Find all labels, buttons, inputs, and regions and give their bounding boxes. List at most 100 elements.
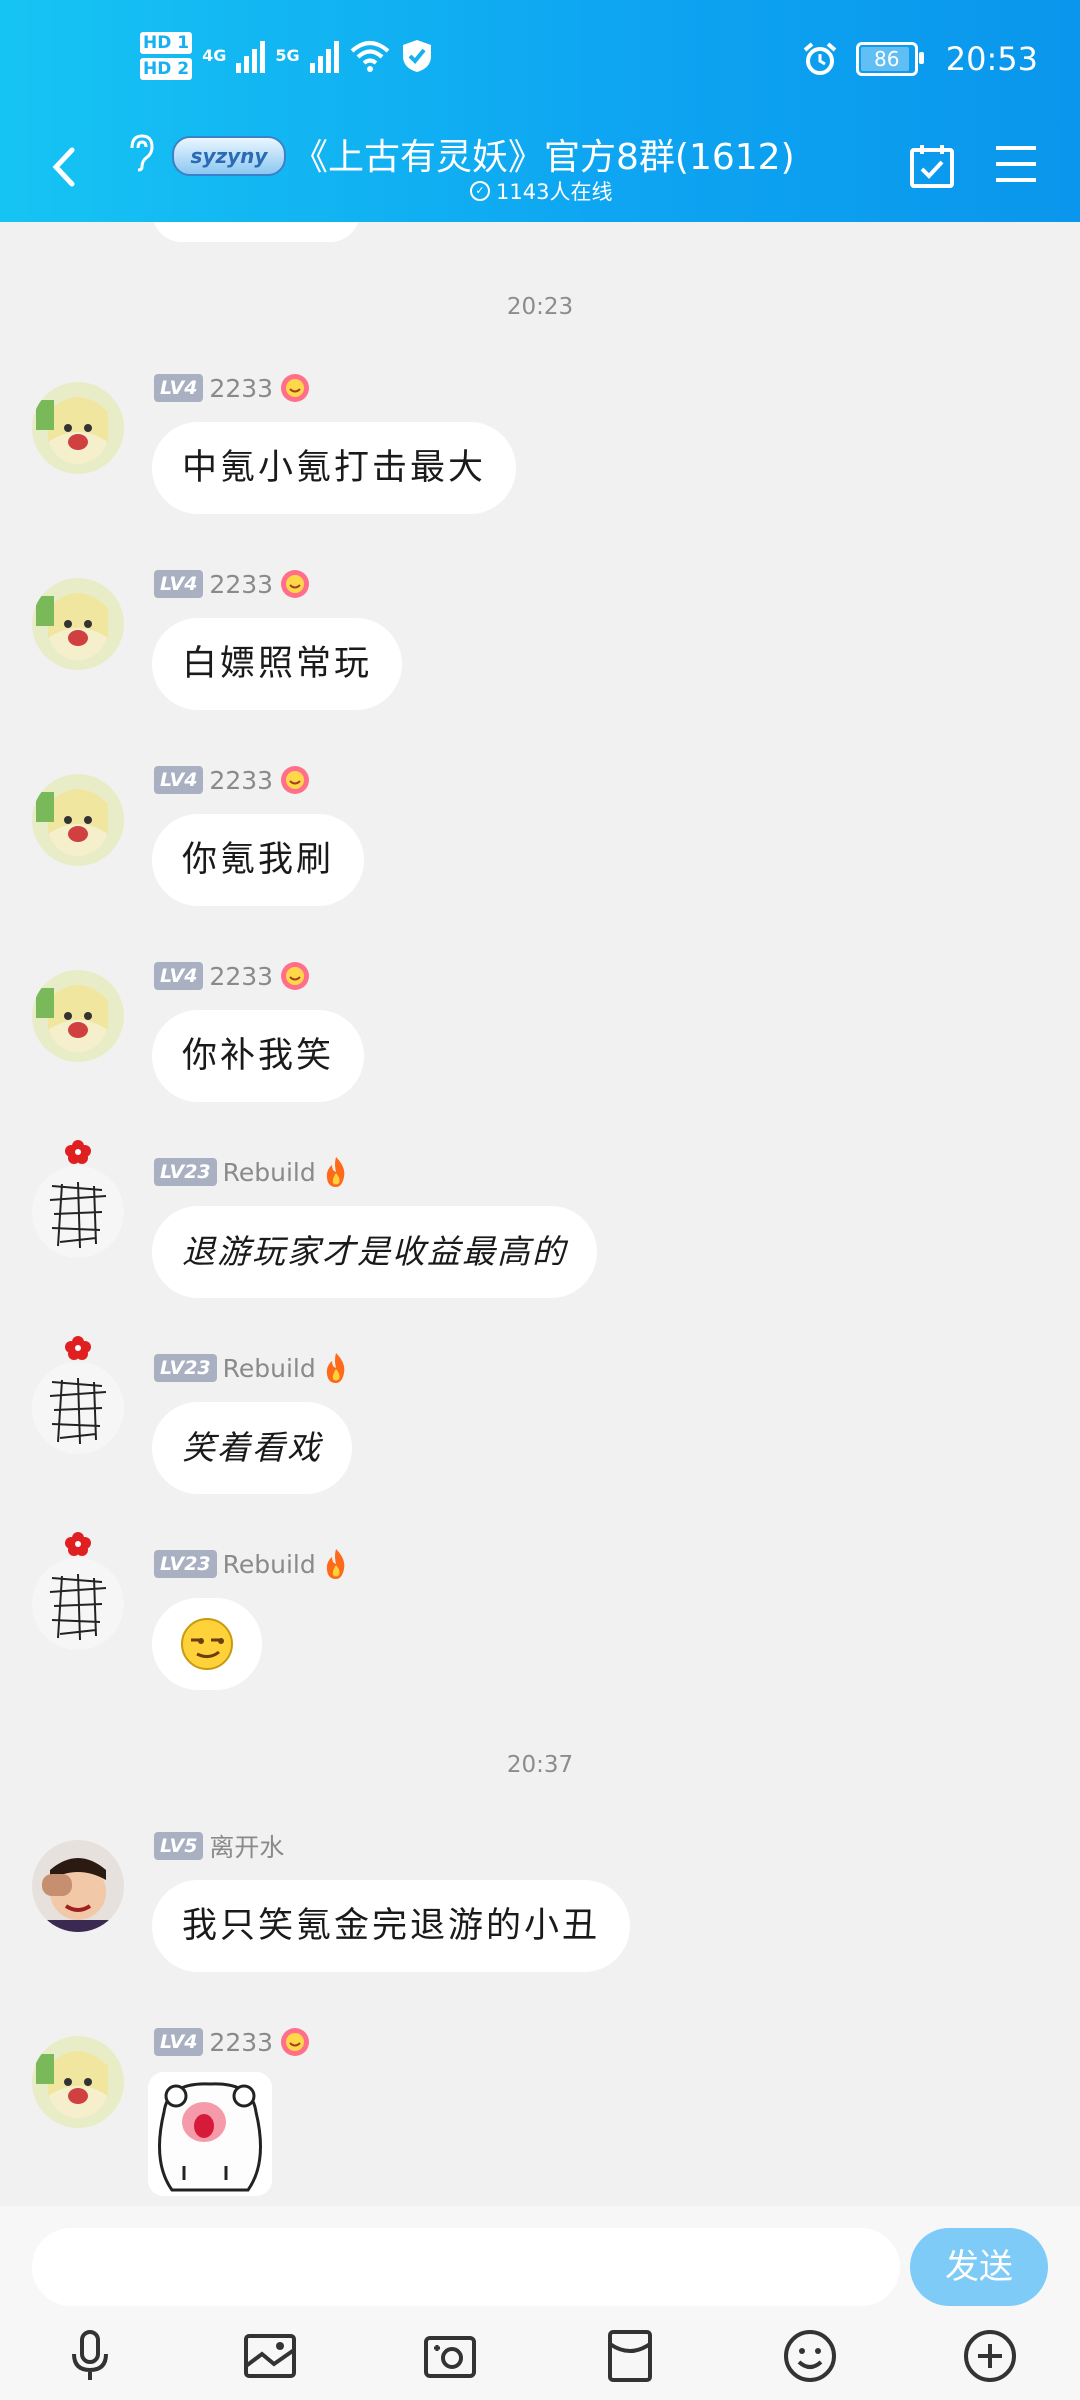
red-packet-icon[interactable] bbox=[600, 2326, 660, 2386]
previous-message-bubble bbox=[152, 222, 360, 242]
smirk-emoji-icon bbox=[181, 1618, 233, 1670]
group-badge: syzyny bbox=[172, 136, 286, 176]
red-flower-icon bbox=[65, 1532, 91, 1556]
fire-icon bbox=[326, 1353, 345, 1383]
avatar[interactable] bbox=[32, 578, 124, 670]
nav-bar: syzyny 《上古有灵妖》官方8群(1612) ✓ 1143人在线 bbox=[0, 118, 1080, 218]
avatar[interactable] bbox=[32, 1362, 124, 1454]
level-badge: LV4 bbox=[154, 766, 204, 794]
sender-info: LV4 2233 bbox=[154, 2024, 311, 2060]
message-item: LV23 Rebuild bbox=[0, 1532, 1080, 1736]
message-bubble[interactable]: 笑着看戏 bbox=[152, 1402, 352, 1494]
avatar[interactable] bbox=[32, 1166, 124, 1258]
message-input[interactable] bbox=[32, 2228, 900, 2306]
fire-icon bbox=[326, 1157, 345, 1187]
message-bubble[interactable]: 退游玩家才是收益最高的 bbox=[152, 1206, 597, 1298]
group-title[interactable]: 《上古有灵妖》官方8群(1612) bbox=[292, 128, 795, 180]
sender-info: LV4 2233 bbox=[154, 762, 311, 798]
message-item: LV4 2233 bbox=[0, 2024, 1080, 2206]
sticker-image[interactable] bbox=[148, 2072, 272, 2196]
battery-icon: 86 bbox=[855, 42, 924, 76]
red-flower-icon bbox=[65, 1336, 91, 1360]
sender-name[interactable]: 2233 bbox=[209, 570, 273, 599]
sender-name[interactable]: 2233 bbox=[209, 962, 273, 991]
level-badge: LV5 bbox=[154, 1832, 204, 1860]
avatar[interactable] bbox=[32, 1840, 124, 1932]
level-badge: LV23 bbox=[154, 1354, 217, 1382]
flower-badge-icon bbox=[281, 570, 310, 598]
message-bubble[interactable]: 我只笑氪金完退游的小丑 bbox=[152, 1880, 631, 1972]
fire-icon bbox=[326, 1549, 345, 1579]
camera-icon[interactable] bbox=[420, 2326, 480, 2386]
message-item: LV23 Rebuild 笑着看戏 bbox=[0, 1336, 1080, 1540]
level-badge: LV4 bbox=[154, 962, 204, 990]
sender-name[interactable]: 2233 bbox=[209, 2028, 273, 2057]
level-badge: LV4 bbox=[154, 570, 204, 598]
back-arrow-icon[interactable] bbox=[44, 142, 84, 192]
plus-icon[interactable] bbox=[960, 2326, 1020, 2386]
online-status: ✓ 1143人在线 bbox=[470, 176, 612, 206]
avatar[interactable] bbox=[32, 774, 124, 866]
sender-info: LV4 2233 bbox=[154, 566, 311, 602]
alarm-icon bbox=[803, 42, 837, 75]
ear-mode-icon[interactable] bbox=[124, 132, 158, 172]
input-bar: 发送 bbox=[0, 2206, 1080, 2400]
avatar[interactable] bbox=[32, 970, 124, 1062]
emoji-icon[interactable] bbox=[780, 2326, 840, 2386]
hd1-label: HD 1 bbox=[140, 32, 193, 54]
status-left: HD 1 HD 2 4G 5G bbox=[140, 32, 433, 80]
sender-name[interactable]: Rebuild bbox=[223, 1550, 316, 1579]
flower-badge-icon bbox=[281, 766, 310, 794]
sender-name[interactable]: Rebuild bbox=[223, 1354, 316, 1383]
clock: 20:53 bbox=[945, 40, 1038, 78]
network-5g-label: 5G bbox=[275, 46, 300, 65]
hd-indicators: HD 1 HD 2 bbox=[140, 32, 193, 80]
send-button[interactable]: 发送 bbox=[910, 2228, 1048, 2306]
sender-info: LV23 Rebuild bbox=[154, 1546, 350, 1582]
sender-name[interactable]: 离开水 bbox=[209, 1828, 284, 1864]
battery-level: 86 bbox=[874, 47, 900, 71]
online-count: 1143人在线 bbox=[496, 180, 613, 204]
avatar[interactable] bbox=[32, 2036, 124, 2128]
timestamp: 20:23 bbox=[506, 294, 574, 320]
message-item: LV4 2233 白嫖照常玩 bbox=[0, 566, 1080, 756]
level-badge: LV23 bbox=[154, 1550, 217, 1578]
message-item: LV23 Rebuild 退游玩家才是收益最高的 bbox=[0, 1140, 1080, 1344]
online-icon: ✓ bbox=[470, 181, 490, 201]
avatar[interactable] bbox=[32, 1558, 124, 1650]
message-bubble[interactable]: 中氪小氪打击最大 bbox=[152, 422, 517, 514]
sender-name[interactable]: 2233 bbox=[209, 374, 273, 403]
sender-name[interactable]: 2233 bbox=[209, 766, 273, 795]
wifi-icon bbox=[350, 41, 389, 72]
level-badge: LV4 bbox=[154, 374, 204, 402]
image-icon[interactable] bbox=[240, 2326, 300, 2386]
sender-info: LV4 2233 bbox=[154, 958, 311, 994]
microphone-icon[interactable] bbox=[60, 2326, 120, 2386]
shield-check-icon bbox=[402, 40, 431, 72]
calendar-check-icon[interactable] bbox=[908, 142, 956, 190]
chat-header: HD 1 HD 2 4G 5G 86 20:53 syzyny 《上古有灵妖》官… bbox=[0, 0, 1080, 222]
message-bubble[interactable]: 白嫖照常玩 bbox=[152, 618, 403, 710]
message-bubble[interactable]: 你补我笑 bbox=[152, 1010, 365, 1102]
level-badge: LV23 bbox=[154, 1158, 217, 1186]
red-flower-icon bbox=[65, 1140, 91, 1164]
level-badge: LV4 bbox=[154, 2028, 204, 2056]
network-4g-label: 4G bbox=[202, 46, 227, 65]
status-bar: HD 1 HD 2 4G 5G 86 20:53 bbox=[0, 0, 1080, 130]
message-item: LV4 2233 中氪小氪打击最大 bbox=[0, 370, 1080, 560]
message-bubble[interactable] bbox=[152, 1598, 262, 1690]
flower-badge-icon bbox=[281, 2028, 310, 2056]
hd2-label: HD 2 bbox=[140, 58, 193, 80]
sender-info: LV23 Rebuild bbox=[154, 1350, 350, 1386]
menu-icon[interactable] bbox=[994, 144, 1038, 184]
sender-name[interactable]: Rebuild bbox=[223, 1158, 316, 1187]
sender-info: LV4 2233 bbox=[154, 370, 311, 406]
message-item: LV5 离开水 我只笑氪金完退游的小丑 bbox=[0, 1828, 1080, 2018]
message-item: LV4 2233 你氪我刷 bbox=[0, 762, 1080, 952]
status-right: 86 20:53 bbox=[802, 40, 1038, 78]
timestamp: 20:37 bbox=[506, 1752, 574, 1778]
avatar[interactable] bbox=[32, 382, 124, 474]
message-list[interactable]: 20:23 LV4 2233 中氪小氪打击最大 LV4 2233 白嫖照常玩 L… bbox=[0, 222, 1080, 2206]
message-bubble[interactable]: 你氪我刷 bbox=[152, 814, 365, 906]
signal-1-icon bbox=[236, 39, 266, 73]
